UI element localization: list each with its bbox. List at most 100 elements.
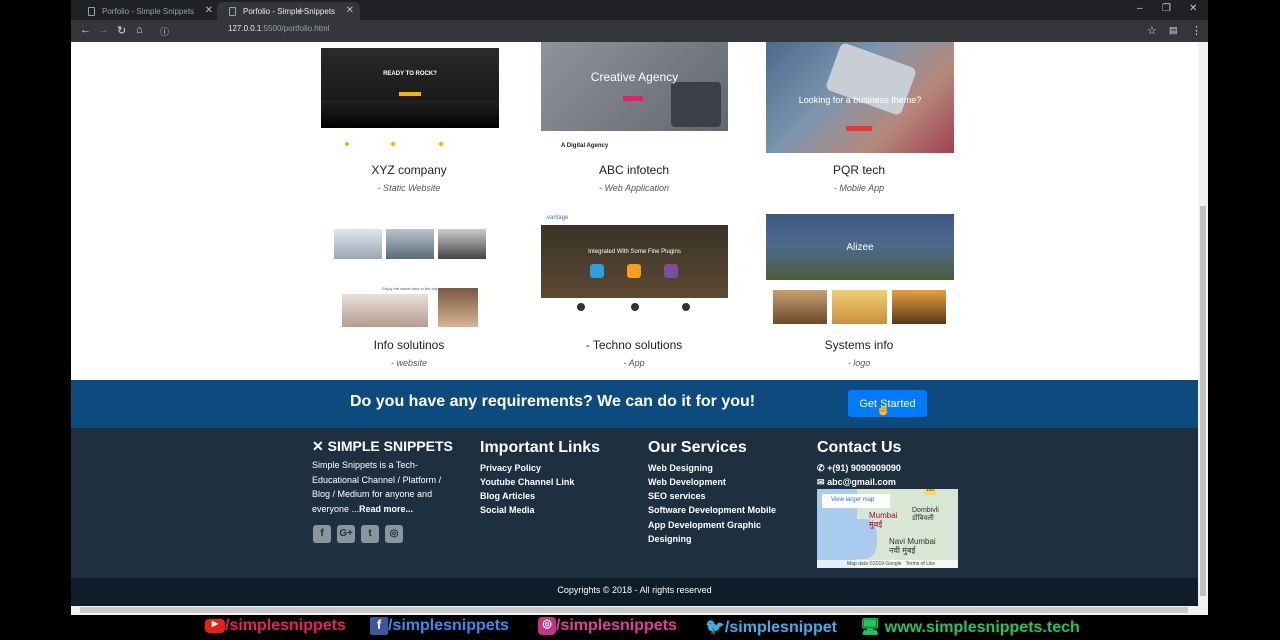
- thumbnail-headline: Creative Agency: [590, 70, 679, 84]
- contact-heading: Contact Us: [817, 439, 902, 456]
- map-label: Dombivli डोंबिवली: [912, 507, 939, 523]
- portfolio-thumbnail[interactable]: Looking for a business theme?: [766, 42, 954, 153]
- service-item[interactable]: App Development Graphic: [648, 520, 761, 530]
- view-larger-map-link[interactable]: View larger map: [822, 494, 890, 508]
- mouse-cursor-icon: ☝: [876, 402, 891, 416]
- info-icon[interactable]: ⓘ: [160, 25, 169, 38]
- map-label: Mumbai मुंबई: [869, 511, 897, 529]
- project-type: - Web Application: [598, 183, 670, 193]
- banner-twitter: 🐦/simplesnippet: [705, 617, 837, 637]
- page-icon: [88, 7, 95, 16]
- banner-text: /simplesnippets: [556, 617, 677, 635]
- copyright: Copyrights © 2018 - All rights reserved: [557, 585, 712, 595]
- close-tab-icon[interactable]: ✕: [346, 5, 354, 16]
- email-address: abc@gmail.com: [827, 477, 896, 487]
- services-heading: Our Services: [648, 439, 747, 456]
- service-item[interactable]: SEO services: [648, 491, 706, 501]
- email-row: ✉ abc@gmail.com: [817, 477, 896, 488]
- highway-marker: 160: [924, 489, 936, 495]
- logo-icon: ✕: [312, 438, 324, 454]
- portfolio-thumbnail[interactable]: Enjoy the winter time in the city: [330, 212, 490, 328]
- close-tab-icon[interactable]: ✕: [205, 5, 213, 16]
- footer: [71, 428, 1198, 578]
- map-label-text: Navi Mumbai: [889, 537, 936, 546]
- new-tab-button[interactable]: +: [297, 3, 305, 18]
- logo-text: SIMPLE SNIPPETS: [327, 438, 453, 454]
- portfolio-thumbnail[interactable]: Creative Agency A Digital Agency: [541, 42, 728, 152]
- banner-text: /simplesnippets: [225, 617, 346, 634]
- project-type: - logo: [847, 358, 871, 368]
- service-item[interactable]: Software Development Mobile: [648, 505, 776, 515]
- twitter-icon[interactable]: t: [361, 525, 379, 543]
- map-credit-text: Map data ©2019 Google: [847, 561, 902, 567]
- browser-tab-active[interactable]: Porfolio - Simple Snippets ✕: [217, 2, 360, 20]
- minimize-button[interactable]: –: [1137, 3, 1143, 14]
- banner-text: www.simplesnippets.tech: [884, 619, 1080, 636]
- extension-icon[interactable]: ▤: [1169, 25, 1178, 36]
- map-label-text: मुंबई: [869, 520, 883, 529]
- banner-facebook: f/simplesnippets: [370, 617, 509, 635]
- tab-title: Porfolio - Simple Snippets: [102, 7, 195, 16]
- maximize-button[interactable]: ❐: [1162, 3, 1171, 14]
- url-path: :5500/portfolio.html: [261, 24, 330, 33]
- bookmark-star-icon[interactable]: ☆: [1147, 24, 1157, 37]
- read-more-link[interactable]: Read more...: [359, 504, 413, 514]
- project-type: - website: [390, 358, 427, 368]
- footer-about: Simple Snippets is a Tech-Educational Ch…: [312, 458, 457, 516]
- instagram-icon: ◎: [538, 617, 556, 635]
- close-window-button[interactable]: ✕: [1189, 3, 1197, 14]
- project-type: - Static Website: [377, 183, 441, 193]
- banner-text: /simplesnippets: [388, 617, 509, 635]
- project-name: XYZ company: [371, 163, 447, 177]
- forward-icon[interactable]: →: [98, 24, 109, 36]
- browser-tab-strip: Porfolio - Simple Snippets ✕ Porfolio - …: [71, 0, 1208, 20]
- footer-link[interactable]: Blog Articles: [480, 491, 535, 501]
- portfolio-thumbnail[interactable]: vantage Integrated With Some Fine Plugin…: [541, 212, 728, 328]
- map-label-text: Dombivli: [912, 507, 939, 514]
- banner-website: 🖥 www.simplesnippets.tech: [860, 617, 1080, 637]
- service-item[interactable]: Web Development: [648, 477, 726, 487]
- thumbnail-headline: READY TO ROCK?: [383, 71, 437, 77]
- phone-number: +(91) 9090909090: [827, 463, 901, 473]
- portfolio-thumbnail[interactable]: Alizee: [766, 214, 954, 327]
- project-name: Info solutinos: [373, 338, 445, 352]
- project-name: PQR tech: [832, 163, 886, 177]
- banner-instagram: ◎/simplesnippets: [538, 617, 677, 635]
- instagram-icon[interactable]: ◎: [385, 525, 403, 543]
- thumbnail-headline: Looking for a business theme?: [798, 95, 922, 105]
- map-terms-link[interactable]: Terms of Use: [906, 561, 935, 567]
- horizontal-scroll-thumb[interactable]: [80, 607, 1188, 613]
- cta-text: Do you have any requirements? We can do …: [350, 393, 756, 410]
- address-bar[interactable]: 127.0.0.1:5500/portfolio.html: [228, 24, 329, 33]
- footer-link[interactable]: Privacy Policy: [480, 463, 541, 473]
- service-item[interactable]: Designing: [648, 534, 692, 544]
- vertical-scroll-thumb[interactable]: [1200, 206, 1206, 596]
- project-name: ABC infotech: [598, 163, 670, 177]
- map-embed[interactable]: View larger map 160 Mumbai मुंबई Dombivli…: [817, 489, 958, 568]
- map-credit: Map data ©2019 Google Terms of Use: [817, 560, 958, 568]
- envelope-icon: ✉: [817, 477, 825, 487]
- back-icon[interactable]: ←: [80, 24, 91, 36]
- browser-tab[interactable]: Porfolio - Simple Snippets ✕: [76, 2, 219, 20]
- footer-link[interactable]: Youtube Channel Link: [480, 477, 574, 487]
- menu-icon[interactable]: ⋮: [1191, 24, 1202, 37]
- browser-toolbar: ← → ↻ ⌂ ⓘ 127.0.0.1:5500/portfolio.html …: [71, 20, 1208, 42]
- banner-youtube: ▶/simplesnippets: [205, 617, 346, 635]
- map-label-text: Mumbai: [869, 511, 898, 520]
- google-plus-icon[interactable]: G+: [337, 525, 355, 543]
- thumbnail-brand: vantage: [547, 215, 569, 221]
- thumbnail-headline: Alizee: [846, 242, 874, 253]
- home-icon[interactable]: ⌂: [136, 24, 143, 36]
- portfolio-thumbnail[interactable]: READY TO ROCK?: [321, 42, 499, 152]
- banner-text: /simplesnippet: [724, 619, 837, 636]
- reload-icon[interactable]: ↻: [117, 24, 126, 37]
- project-name: Systems info: [824, 338, 894, 352]
- facebook-icon[interactable]: f: [313, 525, 331, 543]
- tab-title: Porfolio - Simple Snippets: [243, 7, 336, 16]
- project-type: - App: [623, 358, 645, 368]
- footer-link[interactable]: Social Media: [480, 505, 535, 515]
- service-item[interactable]: Web Designing: [648, 463, 713, 473]
- links-heading: Important Links: [480, 439, 601, 456]
- project-name: - Techno solutions: [585, 338, 683, 352]
- phone-row: ✆ +(91) 9090909090: [817, 463, 901, 474]
